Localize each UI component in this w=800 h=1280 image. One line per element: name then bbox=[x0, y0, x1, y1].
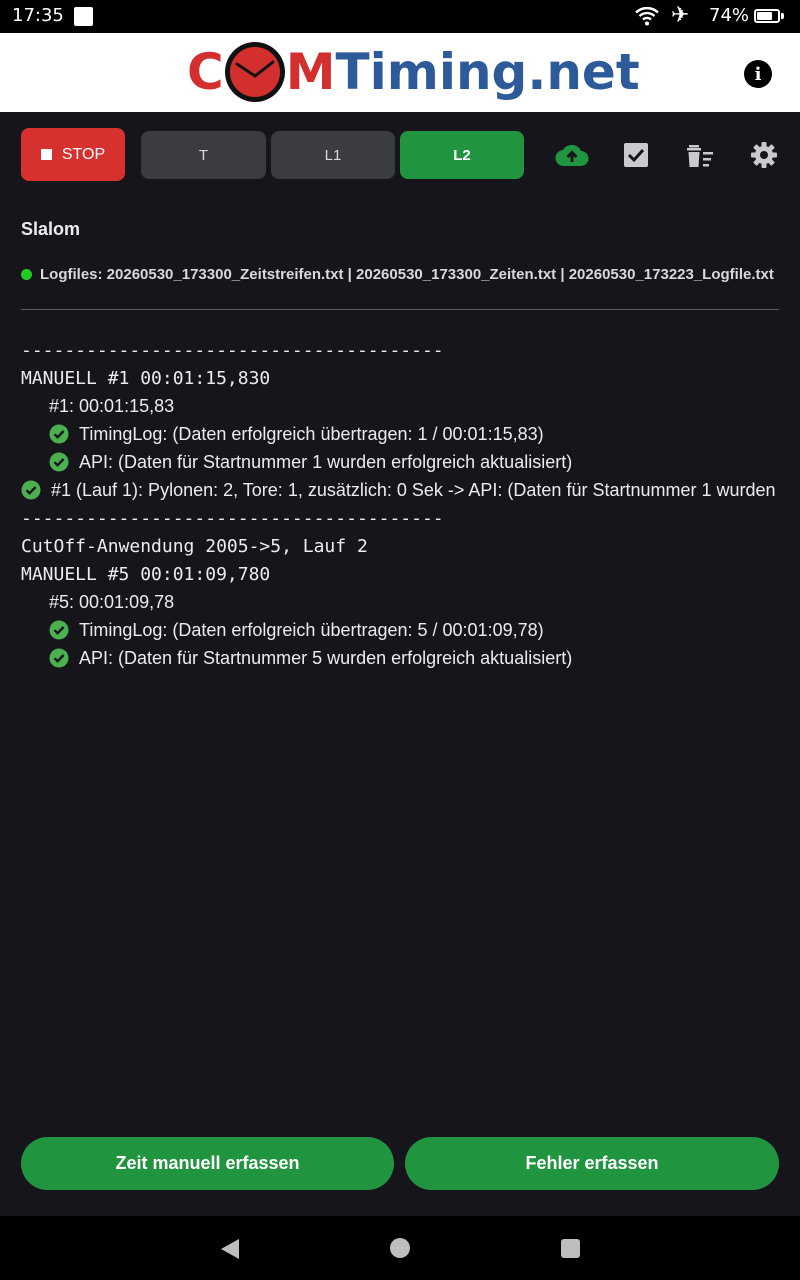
check-circle-icon bbox=[49, 452, 69, 472]
comtiming-logo: C M Timing.net bbox=[187, 39, 640, 105]
navigation-bar bbox=[0, 1216, 800, 1280]
log-line: CutOff-Anwendung 2005->5, Lauf 2 bbox=[21, 532, 780, 560]
log-line: --------------------------------------- bbox=[21, 336, 780, 364]
log-line: API: (Daten für Startnummer 5 wurden erf… bbox=[21, 644, 780, 672]
battery-percentage: 74% bbox=[709, 5, 750, 26]
log-text: #1: 00:01:15,83 bbox=[49, 395, 175, 416]
clock-logo-icon bbox=[223, 40, 287, 104]
delete-list-icon[interactable] bbox=[683, 138, 717, 172]
logfiles-line: Logfiles: 20260530_173300_Zeitstreifen.t… bbox=[21, 266, 781, 283]
manual-time-label: Zeit manuell erfassen bbox=[115, 1153, 300, 1173]
log-line: MANUELL #1 00:01:15,830 bbox=[21, 364, 780, 392]
logfiles-text: Logfiles: 20260530_173300_Zeitstreifen.t… bbox=[40, 266, 774, 283]
log-line: TimingLog: (Daten erfolgreich übertragen… bbox=[21, 420, 780, 448]
log-text: API: (Daten für Startnummer 1 wurden erf… bbox=[79, 451, 573, 472]
log-line: #5: 00:01:09,78 bbox=[21, 588, 780, 616]
battery-tip bbox=[781, 13, 784, 19]
log-line: MANUELL #5 00:01:09,780 bbox=[21, 560, 780, 588]
page-title: Slalom bbox=[21, 219, 81, 239]
stop-label: STOP bbox=[61, 145, 106, 163]
log-text: TimingLog: (Daten erfolgreich übertragen… bbox=[79, 423, 544, 444]
log-text: MANUELL #5 00:01:09,780 bbox=[21, 563, 271, 585]
log-text: TimingLog: (Daten erfolgreich übertragen… bbox=[79, 619, 544, 640]
manual-time-button[interactable]: Zeit manuell erfassen bbox=[21, 1137, 394, 1190]
info-button[interactable]: i bbox=[744, 60, 772, 88]
log-text: API: (Daten für Startnummer 5 wurden erf… bbox=[79, 647, 573, 668]
check-circle-icon bbox=[49, 648, 69, 668]
check-circle-icon bbox=[49, 424, 69, 444]
gear-icon[interactable] bbox=[747, 138, 781, 172]
status-dot-icon bbox=[21, 269, 32, 280]
tab-l1[interactable]: L1 bbox=[271, 131, 395, 179]
stop-icon bbox=[40, 149, 52, 160]
tab-label: L1 bbox=[324, 146, 342, 164]
status-time: 17:35 bbox=[12, 5, 64, 26]
record-error-label: Fehler erfassen bbox=[525, 1153, 659, 1173]
logo-letter-m: M bbox=[285, 43, 336, 101]
tab-label: T bbox=[198, 146, 209, 164]
tab-l2[interactable]: L2 bbox=[400, 131, 524, 179]
log-line: API: (Daten für Startnummer 1 wurden erf… bbox=[21, 448, 780, 476]
log-text: MANUELL #1 00:01:15,830 bbox=[21, 367, 271, 389]
status-bar: 17:35 ✈ 74% bbox=[0, 0, 800, 33]
logo-text: Timing.net bbox=[335, 43, 640, 101]
log-line: --------------------------------------- bbox=[21, 504, 780, 532]
log-text: --------------------------------------- bbox=[21, 339, 444, 361]
log-line: #1 (Lauf 1): Pylonen: 2, Tore: 1, zusätz… bbox=[21, 476, 780, 504]
checkbox-icon[interactable] bbox=[619, 138, 653, 172]
log-text: --------------------------------------- bbox=[21, 507, 444, 529]
check-circle-icon bbox=[49, 620, 69, 640]
stop-button[interactable]: STOP bbox=[21, 128, 125, 181]
divider bbox=[21, 309, 779, 310]
check-circle-icon bbox=[21, 480, 41, 500]
log-output: --------------------------------------- M… bbox=[21, 336, 780, 672]
record-error-button[interactable]: Fehler erfassen bbox=[405, 1137, 779, 1190]
notification-icon bbox=[74, 7, 93, 26]
airplane-icon: ✈ bbox=[671, 3, 690, 28]
log-line: TimingLog: (Daten erfolgreich übertragen… bbox=[21, 616, 780, 644]
app-header: C M Timing.net i bbox=[0, 33, 800, 112]
tab-label: L2 bbox=[453, 146, 471, 164]
recent-apps-icon[interactable] bbox=[561, 1239, 580, 1258]
back-icon[interactable] bbox=[220, 1238, 240, 1265]
logo-letter-c: C bbox=[187, 43, 224, 101]
cloud-upload-icon[interactable] bbox=[555, 138, 589, 172]
info-icon: i bbox=[754, 63, 762, 85]
battery-icon bbox=[754, 9, 780, 23]
log-line: #1: 00:01:15,83 bbox=[21, 392, 780, 420]
battery-fill bbox=[757, 12, 772, 20]
log-text: #5: 00:01:09,78 bbox=[49, 591, 175, 612]
tab-t[interactable]: T bbox=[141, 131, 266, 179]
log-text: #1 (Lauf 1): Pylonen: 2, Tore: 1, zusätz… bbox=[51, 479, 780, 500]
log-text: CutOff-Anwendung 2005->5, Lauf 2 bbox=[21, 535, 368, 557]
wifi-icon bbox=[634, 5, 660, 32]
home-icon[interactable] bbox=[390, 1238, 410, 1258]
